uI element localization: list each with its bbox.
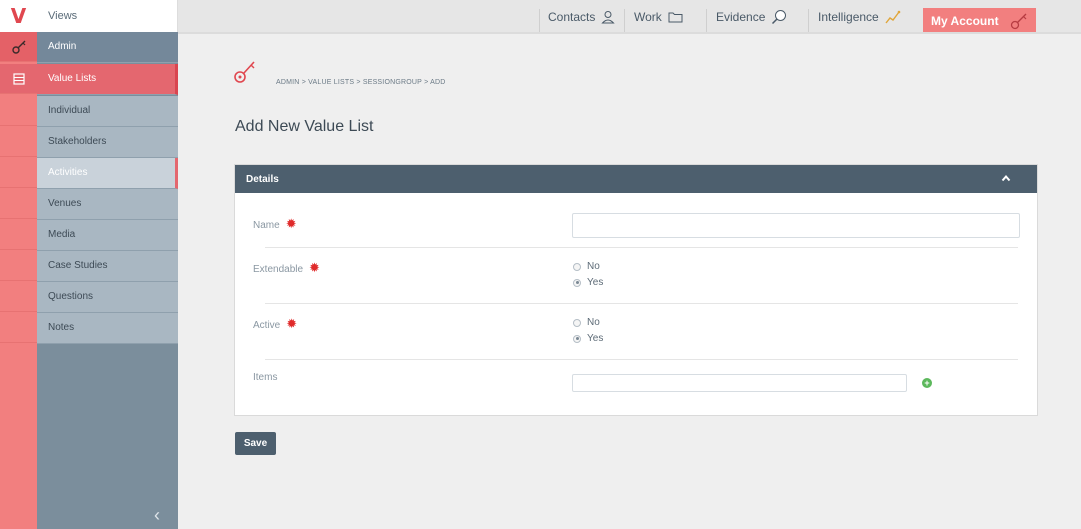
folder-icon (668, 12, 683, 23)
breadcrumb-admin[interactable]: ADMIN (276, 79, 300, 86)
sidebar-item-admin[interactable]: Admin (37, 32, 178, 63)
person-icon (601, 11, 615, 24)
list-icon[interactable] (0, 64, 37, 94)
rail-spacer (0, 127, 37, 157)
add-item-icon[interactable]: + (922, 378, 932, 388)
nav-divider (624, 9, 625, 33)
name-label: Name ✹ (253, 216, 297, 231)
breadcrumb-key-icon (234, 60, 256, 87)
page-title: Add New Value List (235, 118, 374, 135)
my-account-button[interactable]: My Account (923, 8, 1036, 33)
required-asterisk-icon: ✹ (286, 316, 298, 331)
icon-rail: V (0, 0, 37, 529)
required-asterisk-icon: ✹ (285, 216, 297, 231)
nav-contacts[interactable]: Contacts (548, 9, 615, 25)
sidebar: Views Admin Value Lists Individual Stake… (37, 0, 178, 529)
sidebar-item-venues[interactable]: Venues (37, 189, 178, 220)
sidebar-item-value-lists[interactable]: Value Lists (37, 64, 178, 95)
sidebar-item-notes[interactable]: Notes (37, 313, 178, 344)
nav-divider (706, 9, 707, 33)
row-divider (265, 303, 1018, 304)
nav-evidence[interactable]: Evidence (716, 9, 787, 25)
rail-spacer (0, 251, 37, 281)
details-panel: Details Name ✹ Extendable ✹ No Yes Active ✹… (234, 164, 1038, 416)
app-logo[interactable]: V (0, 0, 37, 32)
extendable-yes-radio[interactable]: Yes (573, 277, 603, 288)
row-divider (265, 359, 1018, 360)
sidebar-item-questions[interactable]: Questions (37, 282, 178, 313)
magnifier-icon (772, 10, 787, 25)
extendable-no-radio[interactable]: No (573, 261, 600, 272)
sidebar-item-stakeholders[interactable]: Stakeholders (37, 127, 178, 158)
required-asterisk-icon: ✹ (309, 260, 320, 275)
breadcrumb-add: ADD (430, 79, 446, 86)
rail-spacer (0, 158, 37, 188)
save-button[interactable]: Save (235, 432, 276, 455)
sidebar-item-case-studies[interactable]: Case Studies (37, 251, 178, 282)
breadcrumb: ADMIN > VALUE LISTS > SESSIONGROUP > ADD (276, 79, 446, 86)
rail-spacer (0, 282, 37, 312)
key-icon (1010, 13, 1027, 29)
active-no-radio[interactable]: No (573, 317, 600, 328)
sidebar-views-label: Views (37, 0, 178, 32)
nav-intelligence[interactable]: Intelligence (818, 9, 901, 25)
rail-spacer (0, 220, 37, 250)
nav-divider (539, 9, 540, 33)
row-divider (265, 247, 1018, 248)
top-navigation: Contacts Work Evidence Intelligence My A… (178, 0, 1081, 33)
details-panel-header[interactable]: Details (235, 165, 1037, 193)
sidebar-item-activities[interactable]: Activities (37, 158, 178, 189)
breadcrumb-sessiongroup[interactable]: SESSIONGROUP (363, 79, 422, 86)
items-label: Items (253, 372, 278, 383)
sidebar-item-individual[interactable]: Individual (37, 96, 178, 127)
trend-line-icon (885, 10, 901, 24)
rail-spacer (0, 313, 37, 343)
extendable-label: Extendable ✹ (253, 260, 320, 275)
chevron-up-icon[interactable] (1001, 174, 1011, 182)
nav-divider (808, 9, 809, 33)
nav-work[interactable]: Work (634, 9, 683, 25)
active-yes-radio[interactable]: Yes (573, 333, 603, 344)
admin-key-icon[interactable] (0, 32, 37, 62)
collapse-chevron-icon[interactable]: ‹ (154, 505, 160, 526)
name-input[interactable] (572, 213, 1020, 238)
rail-spacer (0, 96, 37, 126)
items-input[interactable] (572, 374, 907, 392)
rail-spacer (0, 189, 37, 219)
breadcrumb-value-lists[interactable]: VALUE LISTS (308, 79, 354, 86)
active-label: Active ✹ (253, 316, 298, 331)
topbar-border (178, 32, 1081, 34)
sidebar-item-media[interactable]: Media (37, 220, 178, 251)
